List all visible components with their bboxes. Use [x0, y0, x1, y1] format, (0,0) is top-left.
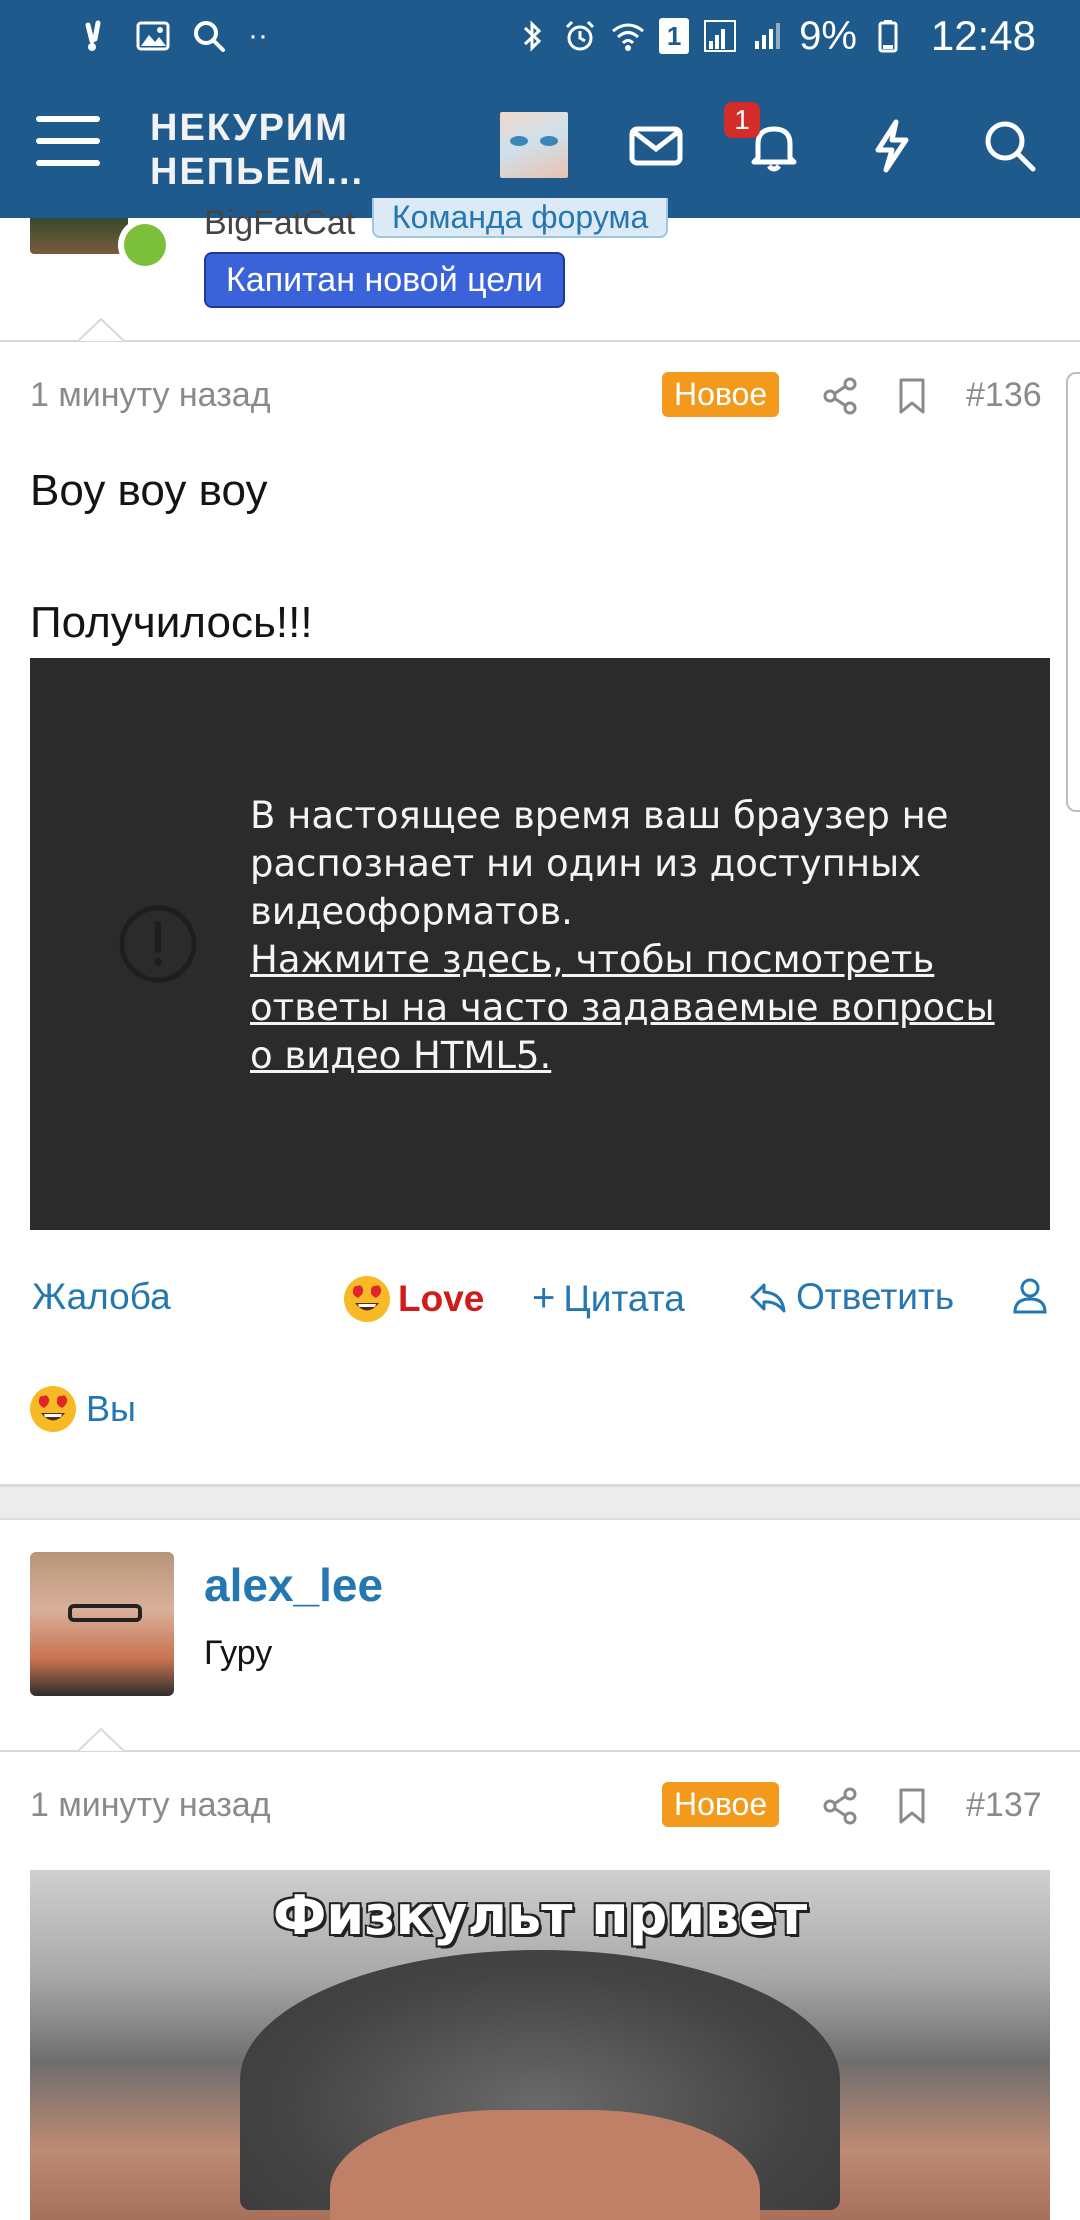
video-faq-link[interactable]: Нажмите здесь, чтобы посмотреть ответы н…	[250, 936, 1010, 1080]
app-header: НЕКУРИМ НЕПЬЕМ... 1	[0, 72, 1080, 218]
more-dots: ··	[248, 19, 268, 52]
scrollbar-thumb[interactable]	[1066, 372, 1080, 812]
divider-caret	[78, 318, 124, 342]
signal-icon-2	[755, 23, 781, 49]
reply-icon	[750, 1283, 786, 1313]
clock: 12:48	[930, 12, 1036, 59]
plus-icon: +	[532, 1276, 556, 1320]
post-text-line: Воу воу воу	[30, 466, 268, 515]
mail-icon[interactable]	[626, 116, 686, 176]
reply-button[interactable]: Ответить	[748, 1276, 954, 1318]
search-status-icon	[194, 21, 225, 52]
status-bar: ·· 1 9% 12:48	[0, 0, 1080, 72]
heart-eyes-icon	[30, 1386, 76, 1432]
new-badge: Новое	[662, 372, 780, 417]
menu-icon[interactable]	[36, 116, 100, 172]
divider-caret	[78, 1728, 124, 1752]
report-label: Жалоба	[32, 1276, 171, 1317]
new-badge: Новое	[662, 1782, 780, 1827]
user-menu-button[interactable]	[1012, 1276, 1048, 1316]
previous-username[interactable]: BigFatCat	[204, 204, 355, 243]
site-logo[interactable]: НЕКУРИМ НЕПЬЕМ...	[150, 106, 364, 194]
video-player[interactable]: В настоящее время ваш браузер не распозн…	[30, 658, 1050, 1230]
previous-user-avatar[interactable]	[30, 218, 128, 254]
avatar[interactable]	[500, 112, 568, 178]
sim-icon: 1	[659, 18, 690, 54]
post-number[interactable]: #137	[966, 1786, 1042, 1825]
battery-percent: 9%	[799, 13, 857, 58]
wifi-icon	[612, 23, 645, 51]
avatar[interactable]	[30, 1552, 174, 1696]
quote-label: Цитата	[563, 1277, 685, 1319]
bookmark-icon[interactable]	[892, 376, 932, 416]
previous-post-user: BigFatCat Команда форума Капитан новой ц…	[0, 198, 1080, 342]
battery-icon	[878, 20, 898, 53]
username[interactable]: alex_lee	[204, 1558, 383, 1612]
bookmark-icon[interactable]	[892, 1786, 932, 1826]
notification-icon	[85, 20, 101, 51]
image-caption: Физкульт привет	[272, 1884, 808, 1947]
video-error-message: В настоящее время ваш браузер не распозн…	[250, 792, 1010, 1080]
bluetooth-icon	[524, 20, 542, 52]
logo-line-2: НЕПЬЕМ...	[150, 151, 365, 193]
logo-line-1: НЕКУРИМ	[150, 107, 349, 149]
post-timestamp[interactable]: 1 минуту назад	[30, 376, 271, 415]
warning-icon	[119, 905, 197, 983]
reactions-label: Вы	[86, 1388, 136, 1429]
post-timestamp[interactable]: 1 минуту назад	[30, 1786, 271, 1825]
post-divider	[0, 340, 1080, 342]
reply-label: Ответить	[796, 1276, 955, 1317]
post-user-block: alex_lee Гуру	[30, 1552, 1060, 1696]
online-status-icon	[118, 218, 172, 272]
user-title: Гуру	[204, 1634, 273, 1672]
gallery-icon	[136, 21, 170, 51]
heart-eyes-icon	[344, 1276, 390, 1322]
reactions-summary[interactable]: Вы	[30, 1386, 136, 1432]
post-separator	[0, 1484, 1080, 1520]
staff-banner: Команда форума	[372, 198, 669, 238]
post-actions: Жалоба Love + Цитата Ответить	[30, 1268, 1060, 1324]
video-error-text: В настоящее время ваш браузер не распозн…	[250, 794, 949, 933]
report-link[interactable]: Жалоба	[32, 1276, 171, 1318]
share-icon[interactable]	[820, 376, 860, 416]
post-number[interactable]: #136	[966, 376, 1042, 415]
user-badge: Капитан новой цели	[204, 252, 565, 308]
alarm-icon	[566, 20, 595, 51]
signal-icon-1	[704, 20, 737, 52]
notification-badge: 1	[724, 102, 760, 138]
search-icon[interactable]	[980, 116, 1040, 176]
love-reaction-button[interactable]: Love	[344, 1276, 484, 1322]
post-image[interactable]: Физкульт привет	[30, 1870, 1050, 2220]
quote-button[interactable]: + Цитата	[532, 1276, 685, 1321]
post-divider	[0, 1750, 1080, 1752]
lightning-icon[interactable]	[862, 116, 922, 176]
love-label: Love	[398, 1278, 485, 1319]
user-icon	[1013, 1278, 1047, 1314]
post-text-line: Получилось!!!	[30, 598, 313, 647]
share-icon[interactable]	[820, 1786, 860, 1826]
